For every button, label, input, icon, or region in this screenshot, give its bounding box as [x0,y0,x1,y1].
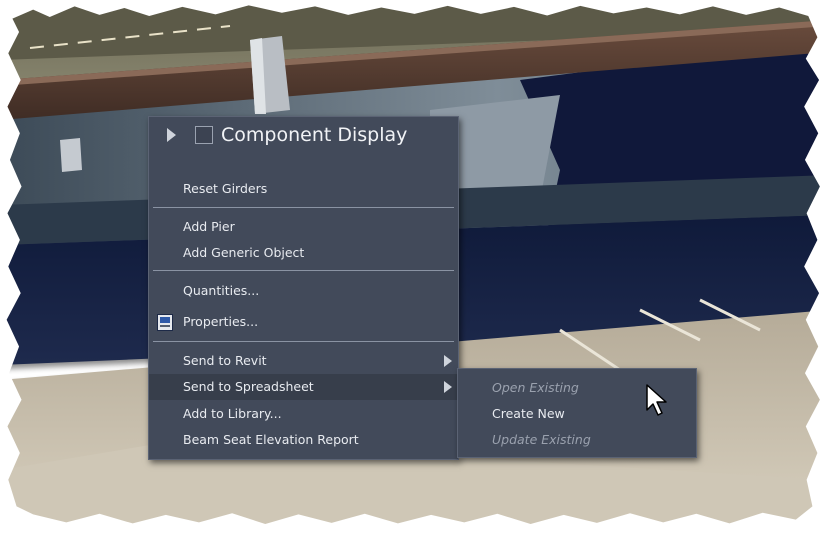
menu-item-send-to-spreadsheet[interactable]: Send to Spreadsheet [149,374,458,400]
context-menu: Component Display Reset Girders Add Pier… [148,116,459,460]
triangle-right-icon[interactable] [167,128,176,142]
mouse-pointer-icon [646,384,667,416]
submenu-item-update-existing[interactable]: Update Existing [458,427,696,453]
chevron-right-icon [444,355,452,367]
menu-separator [153,341,454,342]
component-display-label: Component Display [221,124,408,146]
menu-item-reset-girders[interactable]: Reset Girders [149,176,458,202]
properties-icon [157,314,173,331]
menu-item-send-to-revit[interactable]: Send to Revit [149,348,458,374]
component-display-header[interactable]: Component Display [149,117,458,157]
chevron-right-icon [444,381,452,393]
menu-item-quantities[interactable]: Quantities... [149,278,458,304]
menu-item-add-to-library[interactable]: Add to Library... [149,401,458,427]
menu-item-beam-seat-elevation-report[interactable]: Beam Seat Elevation Report [149,427,458,453]
menu-separator [153,270,454,271]
menu-item-add-generic-object[interactable]: Add Generic Object [149,240,458,266]
menu-item-add-pier[interactable]: Add Pier [149,214,458,240]
menu-separator [153,207,454,208]
checkbox-icon[interactable] [195,126,213,144]
menu-item-properties[interactable]: Properties... [149,309,458,335]
